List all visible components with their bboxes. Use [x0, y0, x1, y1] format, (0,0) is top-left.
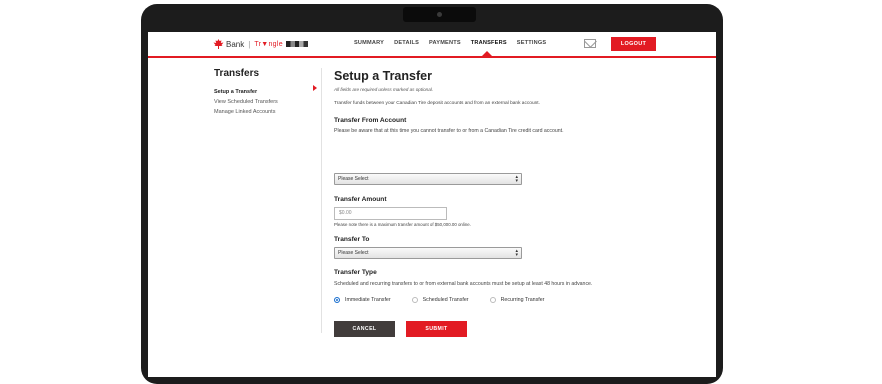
- required-note: All fields are required unless marked as…: [334, 87, 434, 92]
- nav-details[interactable]: DETAILS: [394, 40, 419, 46]
- column-divider: [321, 68, 322, 333]
- from-account-select[interactable]: Please Select ▴ ▾: [334, 173, 522, 185]
- maple-leaf-icon: [213, 39, 224, 49]
- amount-note: Please note there is a maximum transfer …: [334, 222, 471, 227]
- nav-payments[interactable]: PAYMENTS: [429, 40, 461, 46]
- sidebar-item-setup-transfer[interactable]: Setup a Transfer: [214, 87, 278, 97]
- transfer-to-select-value: Please Select: [338, 250, 369, 256]
- from-account-label: Transfer From Account: [334, 117, 407, 124]
- sidebar-item-view-scheduled[interactable]: View Scheduled Transfers: [214, 97, 278, 107]
- radio-unselected-icon: [411, 297, 418, 303]
- radio-recurring[interactable]: Recurring Transfer: [489, 297, 545, 303]
- cancel-button[interactable]: CANCEL: [334, 321, 395, 337]
- sidebar-title: Transfers: [214, 68, 260, 79]
- from-account-select-value: Please Select: [338, 176, 369, 182]
- from-account-desc: Please be aware that at this time you ca…: [334, 128, 564, 134]
- radio-label: Recurring Transfer: [500, 297, 545, 303]
- nav-transfers[interactable]: TRANSFERS: [471, 40, 507, 46]
- partner-name: Tr▼ngle: [254, 40, 283, 48]
- top-navigation-bar: Bank | Tr▼ngle SUMMARY DETAILS PAYMENTS …: [148, 32, 716, 58]
- transfer-type-desc: Scheduled and recurring transfers to or …: [334, 281, 593, 287]
- select-arrows-icon: ▴ ▾: [515, 248, 518, 258]
- radio-label: Immediate Transfer: [345, 297, 391, 303]
- intro-text: Transfer funds between your Canadian Tir…: [334, 101, 540, 106]
- sidebar-item-manage-linked[interactable]: Manage Linked Accounts: [214, 107, 278, 117]
- camera-notch: [403, 7, 476, 22]
- brand-name: Bank: [226, 39, 245, 49]
- amount-label: Transfer Amount: [334, 196, 387, 203]
- sidebar-menu: Setup a Transfer View Scheduled Transfer…: [214, 87, 278, 117]
- logo-divider: |: [248, 39, 251, 49]
- main-nav: SUMMARY DETAILS PAYMENTS TRANSFERS SETTI…: [354, 40, 556, 46]
- radio-selected-icon: [334, 297, 340, 303]
- bank-logo[interactable]: Bank | Tr▼ngle: [213, 38, 308, 50]
- logout-button[interactable]: LOGOUT: [611, 37, 656, 51]
- amount-input[interactable]: $0.00: [334, 207, 447, 220]
- mail-icon[interactable]: [584, 39, 596, 48]
- nav-summary[interactable]: SUMMARY: [354, 40, 384, 46]
- transfer-type-options: Immediate Transfer Scheduled Transfer Re…: [334, 297, 565, 303]
- transfer-type-label: Transfer Type: [334, 269, 377, 276]
- radio-label: Scheduled Transfer: [422, 297, 469, 303]
- radio-scheduled[interactable]: Scheduled Transfer: [411, 297, 469, 303]
- transfer-to-label: Transfer To: [334, 236, 370, 243]
- partner-logo-pattern: [285, 41, 308, 47]
- page-title: Setup a Transfer: [334, 69, 432, 83]
- transfer-to-select[interactable]: Please Select ▴ ▾: [334, 247, 522, 259]
- radio-unselected-icon: [489, 297, 496, 303]
- nav-settings[interactable]: SETTINGS: [517, 40, 547, 46]
- radio-immediate[interactable]: Immediate Transfer: [334, 297, 391, 303]
- select-arrows-icon: ▴ ▾: [515, 174, 518, 184]
- screen: Bank | Tr▼ngle SUMMARY DETAILS PAYMENTS …: [148, 32, 716, 377]
- sidebar-active-arrow-icon: [313, 85, 317, 91]
- active-nav-indicator: [482, 51, 492, 56]
- camera-icon: [437, 12, 442, 17]
- submit-button[interactable]: SUBMIT: [406, 321, 467, 337]
- transfer-form: Setup a Transfer All fields are required…: [334, 69, 674, 337]
